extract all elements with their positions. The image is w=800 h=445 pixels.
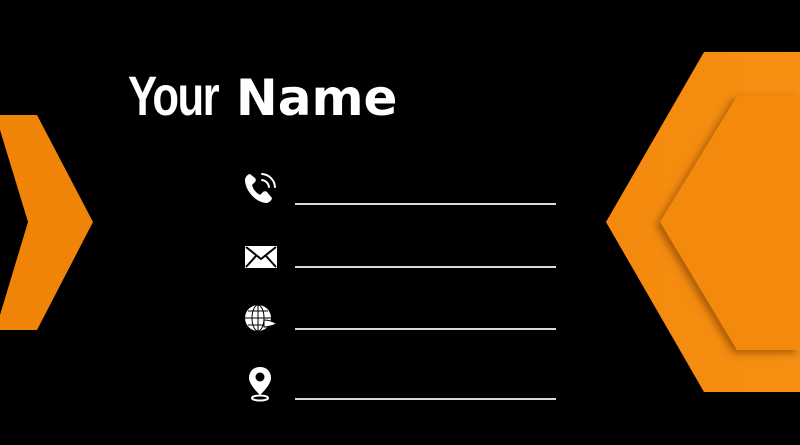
phone-icon	[245, 173, 276, 203]
address-line	[295, 398, 556, 400]
name-last: Name	[235, 69, 398, 127]
business-card: Your Name	[0, 0, 800, 445]
email-line	[295, 266, 556, 268]
contact-row-website	[240, 298, 560, 338]
website-line	[295, 328, 556, 330]
contact-row-address	[240, 363, 560, 403]
phone-line	[295, 203, 556, 205]
name-first: Your	[128, 64, 220, 127]
globe-icon	[245, 304, 279, 332]
card-name: Your Name	[128, 68, 397, 124]
contact-row-email	[240, 238, 560, 278]
email-icon	[245, 246, 277, 268]
left-chevron-shape	[0, 115, 93, 330]
contact-row-phone	[240, 168, 560, 208]
location-pin-icon	[249, 367, 271, 402]
